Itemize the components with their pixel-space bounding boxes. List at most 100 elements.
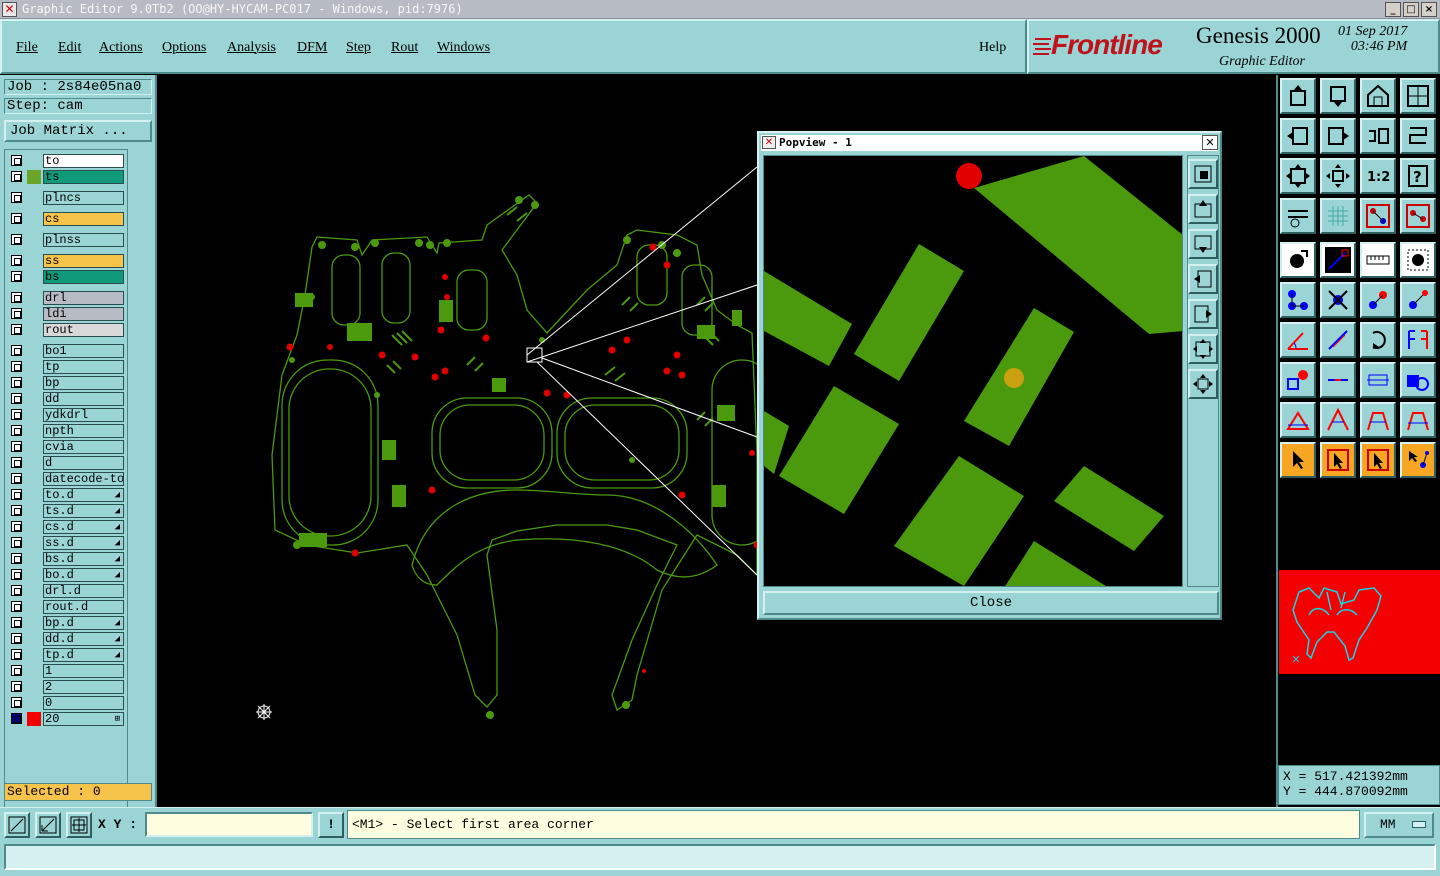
- layer-name[interactable]: ss: [43, 254, 124, 268]
- layer-name[interactable]: to.d ◢: [43, 488, 124, 502]
- popview-down-button[interactable]: [1188, 229, 1218, 259]
- layer-checkbox[interactable]: [11, 489, 22, 500]
- maximize-button[interactable]: □: [1403, 2, 1419, 17]
- layer-color-swatch[interactable]: [27, 408, 41, 422]
- layer-name[interactable]: bp.d ◢: [43, 616, 124, 630]
- layer-color-swatch[interactable]: [27, 536, 41, 550]
- draw-line-button[interactable]: [1320, 242, 1356, 278]
- menu-step[interactable]: Step: [346, 40, 371, 56]
- layer-color-swatch[interactable]: [27, 360, 41, 374]
- menu-help[interactable]: Help: [979, 40, 1006, 56]
- pointer-select-button[interactable]: [1360, 442, 1396, 478]
- layer-color-swatch[interactable]: [27, 616, 41, 630]
- layer-checkbox[interactable]: [11, 665, 22, 676]
- menu-actions[interactable]: Actions: [99, 40, 143, 56]
- add-feature-button[interactable]: [1280, 242, 1316, 278]
- layer-name[interactable]: npth: [43, 424, 124, 438]
- select-pad-button[interactable]: [1400, 242, 1436, 278]
- layer-color-swatch[interactable]: [27, 212, 41, 226]
- layer-checkbox[interactable]: [11, 633, 22, 644]
- home-button[interactable]: [1360, 78, 1396, 114]
- layer-checkbox[interactable]: [11, 234, 22, 245]
- units-select[interactable]: MM: [1364, 812, 1434, 838]
- menu-file[interactable]: File: [16, 40, 38, 56]
- arrow-left-button[interactable]: [1280, 118, 1316, 154]
- layer-name[interactable]: cvia: [43, 440, 124, 454]
- layer-color-swatch[interactable]: [27, 584, 41, 598]
- xy-input[interactable]: [145, 812, 313, 837]
- delete-node-button[interactable]: [1320, 282, 1356, 318]
- arrow-right-button[interactable]: [1320, 118, 1356, 154]
- popview-close-button[interactable]: Close: [763, 591, 1219, 615]
- dimension-button[interactable]: [1360, 362, 1396, 398]
- popview-fit-button[interactable]: [1188, 334, 1218, 364]
- layer-checkbox[interactable]: [11, 441, 22, 452]
- layer-checkbox[interactable]: [11, 457, 22, 468]
- layer-color-swatch[interactable]: [27, 376, 41, 390]
- layer-color-swatch[interactable]: [27, 632, 41, 646]
- layer-color-swatch[interactable]: [27, 323, 41, 337]
- layer-checkbox[interactable]: [11, 409, 22, 420]
- layer-name[interactable]: drl: [43, 291, 124, 305]
- connect-nodes-button[interactable]: [1280, 282, 1316, 318]
- layer-color-swatch[interactable]: [27, 254, 41, 268]
- layer-color-swatch[interactable]: [27, 440, 41, 454]
- layer-checkbox[interactable]: [11, 255, 22, 266]
- fit-height-button[interactable]: [1280, 158, 1316, 194]
- layer-checkbox[interactable]: [11, 601, 22, 612]
- layer-checkbox[interactable]: [11, 393, 22, 404]
- layer-checkbox[interactable]: [11, 324, 22, 335]
- diagonal-button[interactable]: [1320, 322, 1356, 358]
- layer-color-swatch[interactable]: [27, 191, 41, 205]
- layer-color-swatch[interactable]: [27, 568, 41, 582]
- rotate-button[interactable]: [1360, 322, 1396, 358]
- board-minimap[interactable]: [1279, 570, 1440, 674]
- pointer-box-button[interactable]: [1320, 442, 1356, 478]
- layer-name[interactable]: bs: [43, 270, 124, 284]
- layer-checkbox[interactable]: [11, 521, 22, 532]
- pointer-net-button[interactable]: [1400, 442, 1436, 478]
- layer-checkbox[interactable]: [11, 155, 22, 166]
- popview-center-button[interactable]: [1188, 369, 1218, 399]
- swap-button[interactable]: [1360, 118, 1396, 154]
- layer-checkbox[interactable]: [11, 292, 22, 303]
- layer-name[interactable]: drl.d: [43, 584, 124, 598]
- layer-stack-alt-button[interactable]: [1400, 198, 1436, 234]
- menu-rout[interactable]: Rout: [391, 40, 418, 56]
- layer-name[interactable]: bp: [43, 376, 124, 390]
- layer-checkbox[interactable]: [11, 505, 22, 516]
- measure-mode-button[interactable]: [35, 812, 61, 838]
- command-line[interactable]: [4, 844, 1436, 870]
- layer-color-swatch[interactable]: [27, 456, 41, 470]
- popview-canvas[interactable]: [763, 155, 1183, 587]
- layer-name[interactable]: d: [43, 456, 124, 470]
- layer-color-swatch[interactable]: [27, 600, 41, 614]
- layer-checkbox[interactable]: [11, 345, 22, 356]
- layer-name[interactable]: rout: [43, 323, 124, 337]
- layer-color-swatch[interactable]: [27, 392, 41, 406]
- help-button[interactable]: ?: [1400, 158, 1436, 194]
- board-down-button[interactable]: [1320, 78, 1356, 114]
- grid-mode-button[interactable]: [66, 812, 92, 838]
- layer-checkbox[interactable]: [11, 617, 22, 628]
- layer-name[interactable]: 0: [43, 696, 124, 710]
- menu-options[interactable]: Options: [162, 40, 206, 56]
- layer-color-swatch[interactable]: [27, 504, 41, 518]
- layer-checkbox[interactable]: [11, 585, 22, 596]
- layer-name[interactable]: cs: [43, 212, 124, 226]
- layer-name[interactable]: ydkdrl: [43, 408, 124, 422]
- popview-up-button[interactable]: [1188, 194, 1218, 224]
- popview-left-button[interactable]: [1188, 264, 1218, 294]
- layer-color-swatch[interactable]: [27, 233, 41, 247]
- split-node-button[interactable]: [1400, 282, 1436, 318]
- layer-checkbox[interactable]: [11, 681, 22, 692]
- layer-name[interactable]: rout.d: [43, 600, 124, 614]
- menu-edit[interactable]: Edit: [58, 40, 81, 56]
- shape-a2-button[interactable]: [1400, 402, 1436, 438]
- layer-name[interactable]: dd.d ◢: [43, 632, 124, 646]
- layer-checkbox[interactable]: [11, 213, 22, 224]
- layer-checkbox[interactable]: [11, 425, 22, 436]
- layer-color-swatch[interactable]: [27, 154, 41, 168]
- layer-color-swatch[interactable]: [27, 712, 41, 726]
- layer-checkbox[interactable]: [11, 649, 22, 660]
